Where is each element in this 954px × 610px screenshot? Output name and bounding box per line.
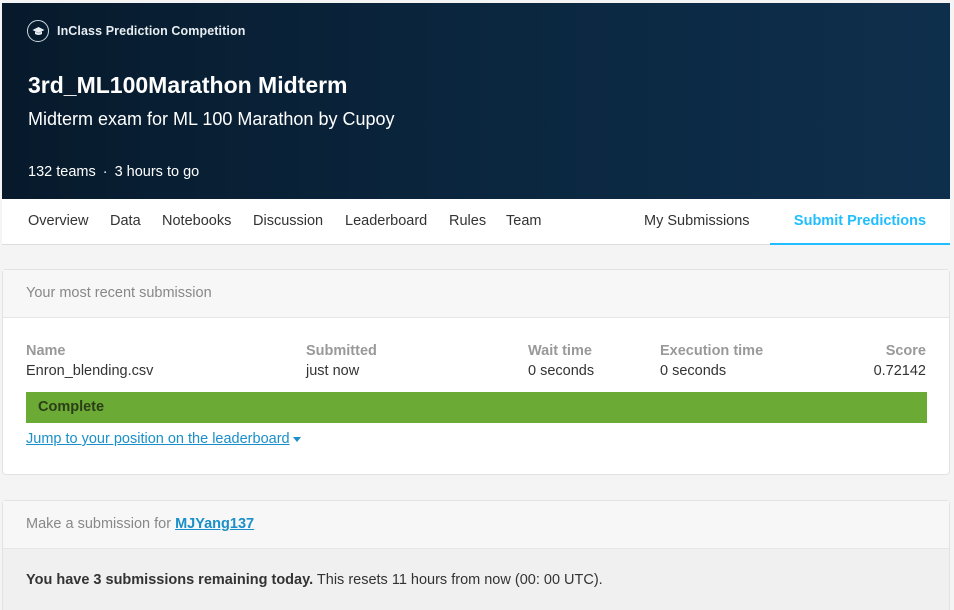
tab-leaderboard[interactable]: Leaderboard (345, 199, 427, 245)
make-submission-card: Make a submission for MJYang137 You have… (2, 500, 950, 610)
execution-time-value: 0 seconds (660, 363, 727, 379)
graduation-cap-icon (27, 20, 49, 42)
wait-time-column: Wait time 0 seconds (528, 343, 594, 379)
submitted-value: just now (306, 363, 360, 379)
score-column: Score 0.72142 (874, 343, 926, 379)
jump-to-leaderboard-link[interactable]: Jump to your position on the leaderboard (26, 431, 301, 447)
competition-title: 3rd_ML100Marathon Midterm (28, 72, 348, 98)
tab-team[interactable]: Team (506, 199, 541, 245)
user-profile-link[interactable]: MJYang137 (175, 516, 254, 532)
submissions-remaining-info: You have 3 submissions remaining today. … (3, 549, 949, 610)
name-label: Name (26, 343, 66, 359)
competition-badge: InClass Prediction Competition (27, 20, 245, 42)
teams-count: 132 teams (28, 164, 96, 180)
tab-submit-predictions[interactable]: Submit Predictions (770, 199, 950, 245)
score-value: 0.72142 (873, 363, 926, 379)
submissions-remaining-count: You have 3 submissions remaining today. (26, 572, 314, 588)
competition-meta: 132 teams · 3 hours to go (28, 164, 199, 180)
submitted-label: Submitted (306, 343, 377, 359)
tab-rules[interactable]: Rules (449, 199, 486, 245)
caret-down-icon[interactable] (292, 436, 301, 442)
competition-header: InClass Prediction Competition 3rd_ML100… (2, 3, 950, 199)
submission-file-name: Enron_blending.csv (26, 363, 154, 379)
submissions-reset-info: This resets 11 hours from now (00: 00 UT… (313, 572, 603, 588)
make-submission-heading: Make a submission for MJYang137 (3, 501, 949, 549)
competition-subtitle: Midterm exam for ML 100 Marathon by Cupo… (28, 109, 395, 129)
wait-time-label: Wait time (528, 343, 592, 359)
tab-overview[interactable]: Overview (28, 199, 88, 245)
jump-link-label[interactable]: Jump to your position on the leaderboard (26, 431, 290, 447)
status-complete-bar: Complete (26, 392, 927, 423)
execution-time-label: Execution time (660, 343, 764, 359)
submitted-column: Submitted just now (306, 343, 377, 379)
recent-submission-heading: Your most recent submission (3, 270, 949, 318)
make-submission-prefix: Make a submission for (26, 516, 172, 532)
tab-notebooks[interactable]: Notebooks (162, 199, 231, 245)
submission-name-column: Name Enron_blending.csv (26, 343, 153, 379)
time-remaining: 3 hours to go (114, 164, 200, 180)
execution-time-column: Execution time 0 seconds (660, 343, 763, 379)
competition-type-label: InClass Prediction Competition (57, 24, 246, 38)
wait-time-value: 0 seconds (528, 363, 595, 379)
competition-tabs: Overview Data Notebooks Discussion Leade… (2, 199, 950, 245)
tab-discussion[interactable]: Discussion (253, 199, 323, 245)
tab-my-submissions[interactable]: My Submissions (644, 199, 750, 245)
score-label: Score (885, 343, 926, 359)
meta-separator: · (102, 164, 108, 180)
tab-data[interactable]: Data (110, 199, 141, 245)
recent-submission-card: Your most recent submission Name Enron_b… (2, 269, 950, 475)
